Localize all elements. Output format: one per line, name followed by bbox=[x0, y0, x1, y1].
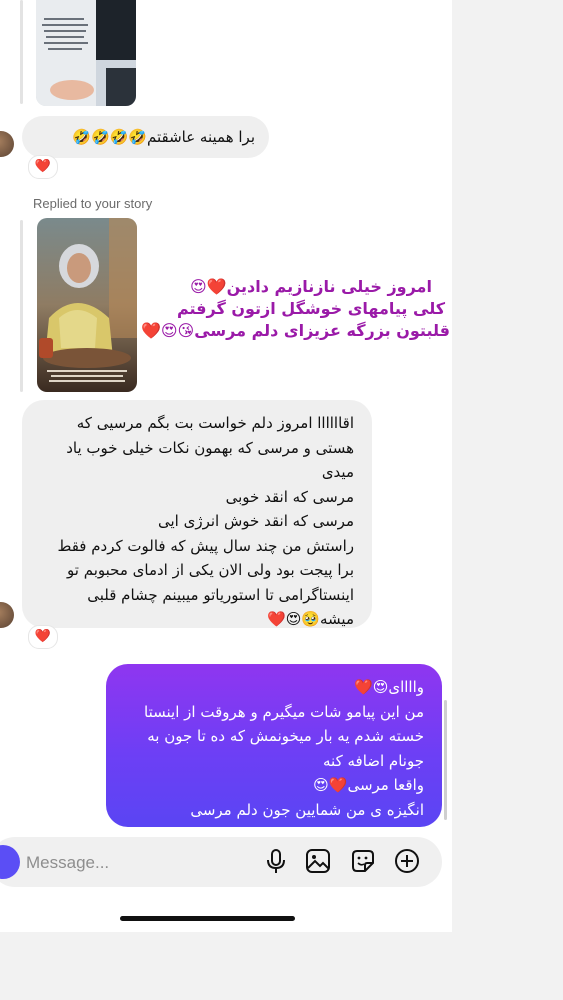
sender-avatar[interactable] bbox=[0, 131, 14, 157]
story-image-1 bbox=[36, 0, 136, 106]
received-message-1[interactable]: برا همینه عاشقتم🤣🤣🤣🤣 bbox=[22, 116, 269, 158]
received-message-1-text: برا همینه عاشقتم🤣🤣🤣🤣 bbox=[72, 128, 255, 146]
story-image-2 bbox=[37, 218, 137, 392]
sticker-icon[interactable] bbox=[349, 847, 377, 875]
sent-message-line: خسته شدم یه بار میخونمش که ده تا جون به bbox=[147, 727, 424, 745]
sent-message-line: من این پیامو شات میگیرم و هروقت از اینست… bbox=[144, 702, 424, 721]
overlay-line-2: کلی پیامهای خوشگل ازتون گرفتم bbox=[176, 299, 446, 318]
add-icon[interactable] bbox=[393, 847, 421, 875]
message-input[interactable] bbox=[24, 850, 228, 876]
sent-message-body: واااای😍❤️ من این پیامو شات میگیرم و هروق… bbox=[144, 675, 424, 822]
received-message-2-line: هستی و مرسی که بهمون نکات خیلی خوب یاد bbox=[66, 438, 354, 457]
reaction-heart-2[interactable]: ❤️ bbox=[28, 625, 58, 649]
gallery-icon[interactable] bbox=[304, 847, 332, 875]
story-text-overlay: امروز خیلی نازنازیم دادین❤️😍 کلی پیامهای… bbox=[140, 276, 450, 342]
story-thumbnail-1[interactable] bbox=[36, 0, 136, 106]
reply-indicator-bar-2 bbox=[20, 220, 23, 392]
sent-message-line: جونام اضافه کنه bbox=[323, 751, 424, 770]
sent-message-line: واقعا مرسی❤️😍 bbox=[313, 776, 424, 794]
received-message-2-line: اینستاگرامی تا استوریاتو میبینم چشام قلب… bbox=[87, 585, 354, 604]
received-message-2-line: اقاااااا امروز دلم خواست بت بگم مرسیی که bbox=[76, 414, 354, 432]
sent-message[interactable]: واااای😍❤️ من این پیامو شات میگیرم و هروق… bbox=[106, 664, 442, 827]
received-message-2-line: میدی bbox=[321, 463, 354, 481]
sent-message-line: واااای😍❤️ bbox=[354, 678, 424, 696]
sent-message-line: انگیزه ی من شمایین جون دلم مرسی bbox=[190, 800, 424, 819]
received-message-2-line: برا پیجت بود ولی الان یکی از ادمای محبوب… bbox=[67, 561, 354, 579]
overlay-line-1: امروز خیلی نازنازیم دادین❤️😍 bbox=[190, 277, 432, 296]
received-message-2-line: راستش من چند سال پیش که فالوت کردم فقط bbox=[57, 536, 354, 555]
received-message-2-line: مرسی که انقد خوبی bbox=[225, 487, 354, 506]
reaction-heart-1[interactable]: ❤️ bbox=[28, 155, 58, 179]
received-message-2[interactable]: اقاااااا امروز دلم خواست بت بگم مرسیی که… bbox=[22, 400, 372, 628]
received-message-2-line: میشه🥹😍❤️ bbox=[267, 610, 354, 628]
story-thumbnail-2[interactable] bbox=[37, 218, 137, 392]
sender-avatar-2[interactable] bbox=[0, 602, 14, 628]
reply-indicator-bar bbox=[20, 0, 23, 104]
scrollbar[interactable] bbox=[444, 700, 447, 820]
microphone-icon[interactable] bbox=[262, 847, 290, 875]
overlay-line-3: قلبتون بزرگه عزیزای دلم مرسی😘😍❤️ bbox=[140, 321, 450, 340]
dm-thread-screen: برا همینه عاشقتم🤣🤣🤣🤣 ❤️ Replied to your … bbox=[0, 0, 452, 932]
received-message-2-body: اقاااااا امروز دلم خواست بت بگم مرسیی که… bbox=[57, 411, 354, 632]
received-message-2-line: مرسی که انقد خوش انرژی ایی bbox=[158, 512, 354, 530]
home-indicator bbox=[120, 916, 295, 921]
replied-to-story-caption: Replied to your story bbox=[33, 196, 153, 211]
